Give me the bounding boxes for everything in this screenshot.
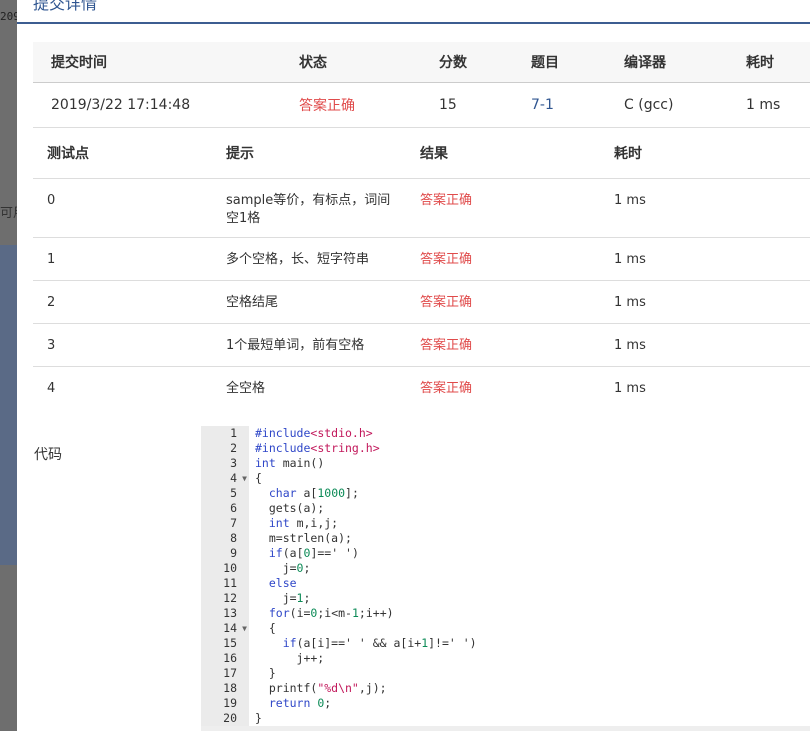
code-line: m=strlen(a); [255,531,352,545]
test-time: 1 ms [614,365,810,409]
test-time: 1 ms [614,279,810,323]
background-text: 可用 [0,206,17,221]
code-line: #include<stdio.h> [255,426,373,440]
fold-arrow-icon[interactable]: ▼ [242,471,247,486]
table-row: 4 全空格 答案正确 1 ms [33,365,810,409]
test-id: 2 [33,279,226,323]
code-line: int m,i,j; [268,516,339,530]
test-time: 1 ms [614,236,810,280]
problem-link[interactable]: 7-1 [531,82,624,128]
background-page: 209 可用 [0,0,17,731]
compiler: C (gcc) [624,82,746,128]
line-number: 14 ▼ [223,621,247,636]
line-number: 20 [223,711,237,725]
title-divider [17,22,810,24]
submit-time: 2019/3/22 17:14:48 [33,82,299,128]
duration: 1 ms [746,82,810,128]
submission-summary-table: 提交时间 状态 分数 题目 编译器 耗时 2019/3/22 17:14:48 … [33,42,810,128]
code-label: 代码 [34,447,62,463]
line-number: 4 ▼ [230,471,247,486]
table-row: 2 空格结尾 答案正确 1 ms [33,279,810,323]
test-result: 答案正确 [420,236,614,280]
line-number: 11 [223,576,237,590]
code-line: j=0; [255,561,311,575]
code-line: int main() [255,456,325,470]
test-time: 1 ms [614,177,810,237]
submission-detail-modal: 提交详情 提交时间 状态 分数 题目 编译器 耗时 2019/3/22 17:1… [17,0,810,731]
test-result: 答案正确 [420,365,614,409]
header-score: 分数 [439,42,531,83]
code-line: return 0; [268,696,332,710]
test-hint: 多个空格，长、短字符串 [226,236,420,280]
table-row: 3 1个最短单词，前有空格 答案正确 1 ms [33,322,810,366]
code-line: j=1; [255,591,311,605]
code-line: printf("%d\n",j); [255,681,387,695]
line-number: 1 [230,426,237,440]
code-line: char a[1000]; [268,486,359,500]
line-number: 18 [223,681,237,695]
test-id: 1 [33,236,226,280]
code-line: { [255,621,276,635]
header-test-case: 测试点 [47,145,89,162]
test-result: 答案正确 [420,322,614,366]
code-line: gets(a); [255,501,325,515]
test-hint: 全空格 [226,365,420,409]
test-hint: 空格结尾 [226,279,420,323]
status-badge: 答案正确 [299,82,439,128]
line-number: 7 [230,516,237,530]
line-number: 12 [223,591,237,605]
table-row: 1 多个空格，长、短字符串 答案正确 1 ms [33,236,810,280]
code-editor[interactable]: 1 2 3 4 ▼ 5 6 7 8 9 10 11 12 13 14 ▼ 15 16 17 18 19 20 #inclu… [201,426,810,731]
line-number: 16 [223,651,237,665]
modal-title: 提交详情 [33,0,98,13]
code-line: if(a[0]==' ') [268,546,359,560]
code-line: } [255,711,262,725]
header-hint: 提示 [226,145,254,162]
header-compiler: 编译器 [624,42,746,83]
line-number: 6 [230,501,237,515]
code-line: for(i=0;i<m-1;i++) [268,606,394,620]
line-number: 19 [223,696,237,710]
header-problem: 题目 [531,42,624,83]
code-line: if(a[i]==' ' && a[i+1]!=' ') [282,636,477,650]
line-number: 17 [223,666,237,680]
line-number: 9 [230,546,237,560]
code-lines: #include<stdio.h> #include<string.h> int m… [255,426,477,726]
line-number: 2 [230,441,237,455]
line-number: 13 [223,606,237,620]
code-line: #include<string.h> [255,441,380,455]
test-hint: 1个最短单词，前有空格 [226,322,420,366]
line-number: 3 [230,456,237,470]
table-row: 2019/3/22 17:14:48 答案正确 15 7-1 C (gcc) 1… [33,82,810,128]
test-cases-table: 测试点 提示 结果 耗时 0 sample等价，有标点，词间空1格 答案正确 1… [33,128,810,409]
line-number-gutter: 1 2 3 4 ▼ 5 6 7 8 9 10 11 12 13 14 ▼ 15 16 17 18 19 20 [201,426,249,731]
code-line: } [255,666,276,680]
test-id: 0 [33,177,226,237]
code-line: else [268,576,297,590]
header-duration: 耗时 [746,42,810,83]
score: 15 [439,82,531,128]
header-status: 状态 [299,42,439,83]
horizontal-scrollbar[interactable] [201,726,810,731]
background-text: 209 [0,10,17,23]
test-hint: sample等价，有标点，词间空1格 [226,177,420,237]
code-line: { [255,471,262,485]
header-time: 耗时 [614,145,642,162]
fold-arrow-icon[interactable]: ▼ [242,621,247,636]
code-line: j++; [255,651,325,665]
line-number: 10 [223,561,237,575]
line-number: 5 [230,486,237,500]
line-number: 15 [223,636,237,650]
test-result: 答案正确 [420,279,614,323]
header-submit-time: 提交时间 [33,42,299,83]
test-time: 1 ms [614,322,810,366]
test-result: 答案正确 [420,177,614,237]
line-number: 8 [230,531,237,545]
test-id: 3 [33,322,226,366]
table-row: 0 sample等价，有标点，词间空1格 答案正确 1 ms [33,177,810,237]
background-code [0,245,17,565]
header-result: 结果 [420,145,448,162]
test-id: 4 [33,365,226,409]
